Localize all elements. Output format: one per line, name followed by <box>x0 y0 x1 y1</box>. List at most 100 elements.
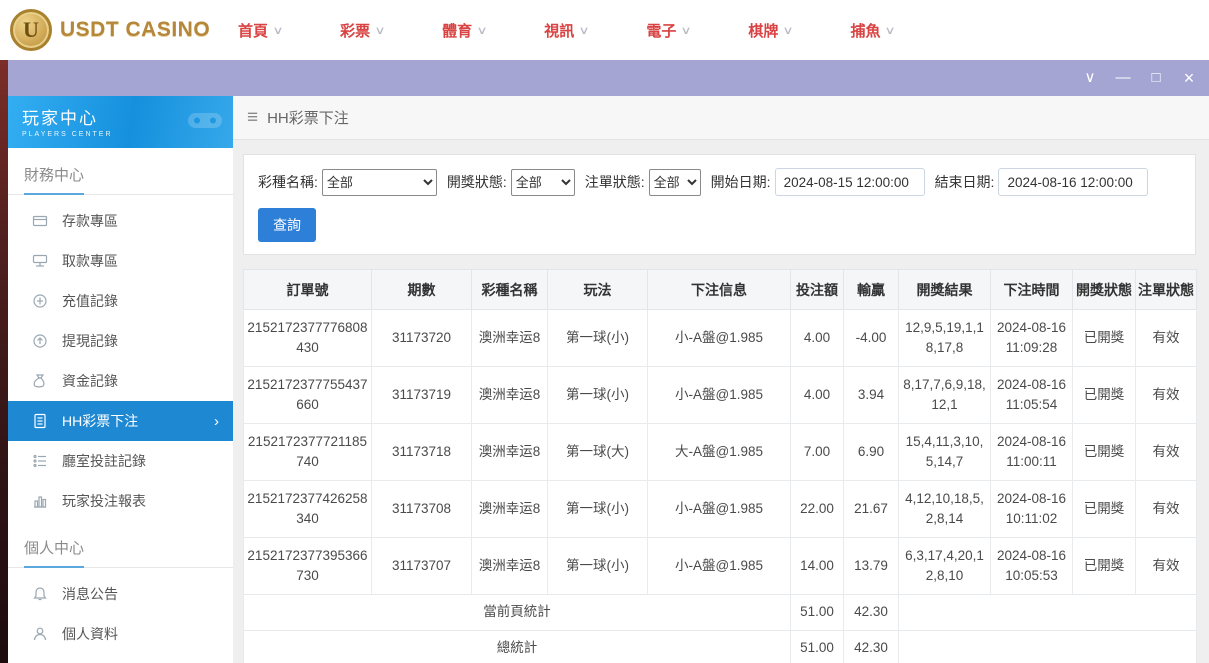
summary-winloss-total: 42.30 <box>844 631 899 663</box>
summary-winloss-total: 42.30 <box>844 595 899 631</box>
sidebar-item-withdrawal-record[interactable]: 提現記錄 <box>8 321 233 361</box>
column-header: 下注時間 <box>991 270 1073 310</box>
sidebar-section-label-1: 個人中心 <box>8 533 233 568</box>
table-cell: 第一球(大) <box>548 424 648 481</box>
table-row: 215217237742625834031173708澳洲幸运8第一球(小)小-… <box>244 481 1197 538</box>
bet-report-icon <box>32 493 48 509</box>
summary-empty <box>899 595 1197 631</box>
sidebar-item-label: HH彩票下注 <box>62 411 138 431</box>
table-cell: 小-A盤@1.985 <box>648 481 791 538</box>
nav-item-0[interactable]: 首頁∨ <box>238 20 282 41</box>
sidebar-item-funds-record[interactable]: 資金記錄 <box>8 361 233 401</box>
nav-item-5[interactable]: 棋牌∨ <box>748 20 792 41</box>
search-button[interactable]: 查詢 <box>258 208 316 242</box>
end-date-input[interactable] <box>998 168 1148 196</box>
column-header: 投注額 <box>791 270 844 310</box>
nav-item-2[interactable]: 體育∨ <box>442 20 486 41</box>
table-cell: 大-A盤@1.985 <box>648 424 791 481</box>
sidebar-item-recharge-record[interactable]: 充值記錄 <box>8 281 233 321</box>
table-cell: 第一球(小) <box>548 367 648 424</box>
sidebar-item-announcement-bell[interactable]: 消息公告 <box>8 574 233 614</box>
nav-item-6[interactable]: 捕魚∨ <box>850 20 894 41</box>
summary-bet-total: 51.00 <box>791 631 844 663</box>
table-cell: 13.79 <box>844 538 899 595</box>
sidebar-item-bet-report[interactable]: 玩家投注報表 <box>8 481 233 521</box>
window-titlebar: ∨ — □ × <box>8 60 1209 96</box>
sidebar-item-deposit[interactable]: 存款專區 <box>8 201 233 241</box>
table-cell: 8,17,7,6,9,18,12,1 <box>899 367 991 424</box>
close-icon[interactable]: × <box>1176 60 1202 96</box>
withdrawal-record-icon <box>32 333 48 349</box>
summary-bet-total: 51.00 <box>791 595 844 631</box>
chevron-down-icon: ∨ <box>579 24 590 37</box>
recharge-record-icon <box>32 293 48 309</box>
table-cell: 已開獎 <box>1073 481 1136 538</box>
table-cell: 2152172377426258340 <box>244 481 372 538</box>
hamburger-menu-icon[interactable]: ≡ <box>247 108 258 127</box>
sidebar-section-label-0: 財務中心 <box>8 160 233 195</box>
sidebar-item-lottery-bets[interactable]: HH彩票下注› <box>8 401 233 441</box>
main-panel: ≡ HH彩票下注 彩種名稱: 全部 開獎狀態: 全部 注單狀態: <box>233 96 1209 663</box>
brand-logo[interactable]: U USDT CASINO <box>0 9 238 51</box>
table-cell: 31173720 <box>372 310 472 367</box>
lottery-name-select[interactable]: 全部 <box>322 169 437 196</box>
sidebar-item-label: 取款專區 <box>62 251 118 271</box>
collapse-chevron-icon[interactable]: ∨ <box>1077 60 1103 96</box>
nav-item-1[interactable]: 彩票∨ <box>340 20 384 41</box>
sidebar: 玩家中心 PLAYERS CENTER 財務中心存款專區取款專區充值記錄提現記錄… <box>8 96 233 663</box>
table-cell: 31173707 <box>372 538 472 595</box>
table-cell: 15,4,11,3,10,5,14,7 <box>899 424 991 481</box>
sidebar-item-label: 存款專區 <box>62 211 118 231</box>
table-cell: 已開獎 <box>1073 367 1136 424</box>
sidebar-item-withdraw[interactable]: 取款專區 <box>8 241 233 281</box>
nav-item-label: 彩票 <box>340 20 370 41</box>
sidebar-item-label: 玩家投注報表 <box>62 491 146 511</box>
column-header: 開獎狀態 <box>1073 270 1136 310</box>
table-cell: 小-A盤@1.985 <box>648 310 791 367</box>
table-cell: 12,9,5,19,1,18,17,8 <box>899 310 991 367</box>
table-cell: 4.00 <box>791 310 844 367</box>
draw-status-label: 開獎狀態: <box>447 172 507 192</box>
table-cell: 澳洲幸运8 <box>472 424 548 481</box>
table-cell: 14.00 <box>791 538 844 595</box>
column-header: 下注信息 <box>648 270 791 310</box>
logo-text: USDT CASINO <box>60 18 210 42</box>
table-cell: 2024-08-16 11:00:11 <box>991 424 1073 481</box>
sidebar-header: 玩家中心 PLAYERS CENTER <box>8 96 233 148</box>
table-cell: 2024-08-16 10:05:53 <box>991 538 1073 595</box>
draw-status-select[interactable]: 全部 <box>511 169 575 196</box>
breadcrumb: ≡ HH彩票下注 <box>233 96 1209 140</box>
sidebar-item-label: 提現記錄 <box>62 331 118 351</box>
table-cell: 6.90 <box>844 424 899 481</box>
table-cell: 22.00 <box>791 481 844 538</box>
sidebar-item-profile-person[interactable]: 個人資料 <box>8 614 233 654</box>
table-cell: 澳洲幸运8 <box>472 310 548 367</box>
sidebar-item-room-bets[interactable]: 廳室投註記錄 <box>8 441 233 481</box>
summary-label: 當前頁統計 <box>244 595 791 631</box>
table-cell: 已開獎 <box>1073 310 1136 367</box>
table-cell: 2152172377721185740 <box>244 424 372 481</box>
sidebar-item-label: 個人資料 <box>62 624 118 644</box>
table-cell: 2024-08-16 11:09:28 <box>991 310 1073 367</box>
top-bar: U USDT CASINO 首頁∨彩票∨體育∨視訊∨電子∨棋牌∨捕魚∨ <box>0 0 1209 60</box>
table-row: 215217237739536673031173707澳洲幸运8第一球(小)小-… <box>244 538 1197 595</box>
column-header: 期數 <box>372 270 472 310</box>
table-header-row: 訂單號期數彩種名稱玩法下注信息投注額輸贏開獎結果下注時間開獎狀態注單狀態 <box>244 270 1197 310</box>
end-date-label: 結束日期: <box>935 172 995 192</box>
minimize-icon[interactable]: — <box>1110 60 1136 96</box>
table-cell: 31173708 <box>372 481 472 538</box>
table-cell: 澳洲幸运8 <box>472 538 548 595</box>
table-cell: 有效 <box>1136 481 1197 538</box>
nav-item-label: 體育 <box>442 20 472 41</box>
background-image-sliver <box>0 60 8 663</box>
column-header: 開獎結果 <box>899 270 991 310</box>
table-cell: 4,12,10,18,5,2,8,14 <box>899 481 991 538</box>
start-date-input[interactable] <box>775 168 925 196</box>
start-date-label: 開始日期: <box>711 172 771 192</box>
sidebar-menu: 財務中心存款專區取款專區充值記錄提現記錄資金記錄HH彩票下注›廳室投註記錄玩家投… <box>8 160 233 654</box>
order-status-select[interactable]: 全部 <box>649 169 701 196</box>
nav-item-3[interactable]: 視訊∨ <box>544 20 588 41</box>
nav-item-4[interactable]: 電子∨ <box>646 20 690 41</box>
maximize-icon[interactable]: □ <box>1143 60 1169 96</box>
nav-item-label: 首頁 <box>238 20 268 41</box>
